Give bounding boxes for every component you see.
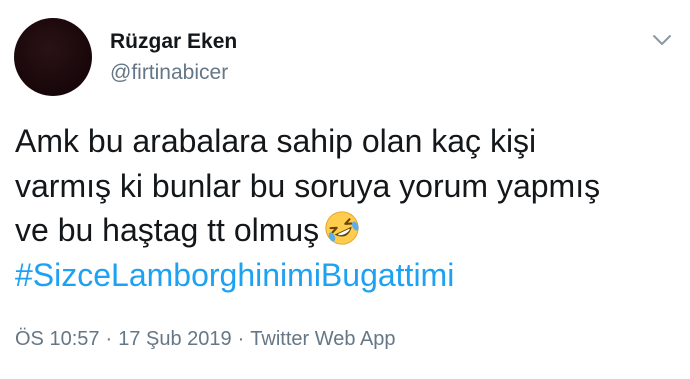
tweet-text-line: ve bu haştag tt olmuş xyxy=(15,212,320,248)
tweet-text: Amk bu arabalara sahip olan kaç kişi var… xyxy=(15,119,675,297)
tweet-card: Rüzgar Eken @firtinabicer Amk bu arabala… xyxy=(0,0,690,379)
tweet-text-line: varmış ki bunlar bu soruya yorum yapmış xyxy=(15,167,601,204)
author-handle[interactable]: @firtinabicer xyxy=(110,61,228,85)
tweet-time[interactable]: ÖS 10:57 xyxy=(15,328,100,350)
tweet-meta: ÖS 10:57 · 17 Şub 2019 · Twitter Web App xyxy=(15,328,396,351)
author-name[interactable]: Rüzgar Eken xyxy=(110,30,237,54)
tweet-source[interactable]: Twitter Web App xyxy=(250,328,395,350)
chevron-down-icon[interactable] xyxy=(650,30,674,50)
avatar[interactable] xyxy=(14,18,92,96)
meta-separator: · xyxy=(237,328,245,350)
rolling-on-the-floor-laughing-emoji-icon xyxy=(325,211,359,245)
tweet-date[interactable]: 17 Şub 2019 xyxy=(118,328,231,350)
meta-separator: · xyxy=(105,328,113,350)
hashtag-link[interactable]: #SizceLamborghinimiBugattimi xyxy=(15,253,675,298)
tweet-text-line: Amk bu arabalara sahip olan kaç kişi xyxy=(15,123,537,159)
tweet-text-line-with-emoji: ve bu haştag tt olmuş xyxy=(15,208,675,253)
